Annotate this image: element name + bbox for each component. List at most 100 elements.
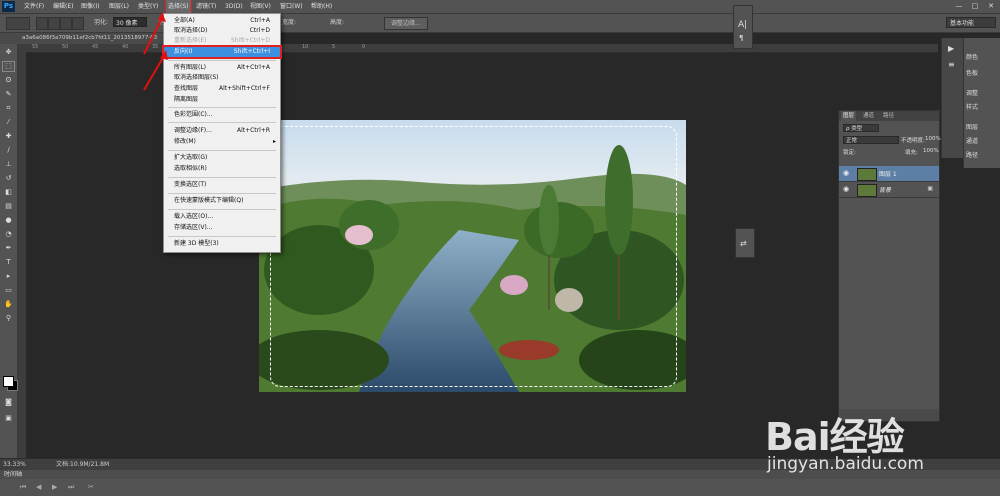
stamp-tool-icon[interactable]: ⊥ (3, 160, 14, 169)
prev-frame-icon[interactable]: ◀ (36, 483, 41, 491)
menu-item-new-3d-extrusion[interactable]: 新建 3D 模型(3) (164, 239, 280, 249)
maximize-button[interactable]: □ (968, 0, 982, 13)
layer-kind-filter[interactable]: ρ 类型 (843, 124, 879, 132)
panel-swatches[interactable]: 色板 (966, 68, 978, 77)
panel-layers[interactable]: 图层 (966, 122, 978, 131)
menu-3d[interactable]: 3D(D) (225, 0, 243, 13)
menu-item-color-range[interactable]: 色彩范围(C)... (164, 110, 280, 120)
menu-item-similar[interactable]: 选取相似(R) (164, 164, 280, 174)
visibility-eye-icon[interactable]: ◉ (843, 169, 849, 177)
menu-item-isolate-layers[interactable]: 隔离图层 (164, 95, 280, 105)
workspace-select[interactable]: 基本功能 (946, 17, 996, 28)
panel-adjustments[interactable]: 调整 (966, 88, 978, 97)
tool-presets-icon[interactable]: ⇄ (740, 239, 747, 248)
opacity-label: 不透明度: (901, 138, 925, 144)
healing-brush-icon[interactable]: ✚ (3, 132, 14, 141)
opacity-value[interactable]: 100% (925, 136, 941, 142)
add-selection-icon[interactable] (48, 17, 60, 30)
ruler-vertical (18, 52, 26, 458)
brush-tool-icon[interactable]: ∕ (3, 146, 14, 155)
menu-filter[interactable]: 滤镜(T) (196, 0, 216, 13)
gradient-tool-icon[interactable]: ▤ (3, 202, 14, 211)
menu-item-modify[interactable]: 修改(M) ▸ (164, 137, 280, 147)
ruler-number: 55 (32, 44, 39, 50)
path-select-tool-icon[interactable]: ▸ (3, 272, 14, 281)
foreground-color-swatch[interactable] (3, 376, 14, 387)
zoom-tool-icon[interactable]: ⚲ (3, 314, 14, 323)
menu-separator (168, 150, 276, 151)
history-brush-icon[interactable]: ↺ (3, 174, 14, 183)
character-icon[interactable]: A| (738, 20, 747, 30)
screen-mode-icon[interactable]: ▣ (3, 414, 14, 423)
menu-separator (168, 107, 276, 108)
menu-item-refine-edge[interactable]: 调整边缘(F)... Alt+Ctrl+R (164, 126, 280, 136)
menu-item-load-selection[interactable]: 载入选区(O)... (164, 212, 280, 222)
canvas-image[interactable] (259, 120, 686, 392)
tab-paths[interactable]: 路径 (881, 111, 896, 121)
annotation-arrows (143, 12, 168, 91)
layer-row[interactable]: ◉ 背景 ▣ (839, 182, 939, 198)
menu-item-transform-selection[interactable]: 变换选区(T) (164, 180, 280, 190)
menu-item-quick-mask[interactable]: 在快速蒙版模式下编辑(Q) (164, 196, 280, 206)
blend-mode-select[interactable]: 正常 (843, 136, 899, 144)
layer-thumbnail (857, 184, 877, 197)
tab-layers[interactable]: 图层 (841, 111, 857, 121)
fill-value[interactable]: 100% (923, 148, 939, 154)
menu-item-save-selection[interactable]: 存储选区(V)... (164, 223, 280, 233)
photoshop-logo: Ps (2, 1, 15, 12)
menu-help[interactable]: 帮助(H) (311, 0, 332, 13)
minimize-button[interactable]: — (952, 0, 966, 13)
layer-name: 图层 1 (879, 171, 897, 178)
baidu-watermark: Bai经验 jingyan.baidu.com (765, 392, 995, 492)
paragraph-icon[interactable]: ¶ (739, 34, 743, 42)
menu-view[interactable]: 视图(V) (250, 0, 271, 13)
eraser-tool-icon[interactable]: ◧ (3, 188, 14, 197)
intersect-selection-icon[interactable] (72, 17, 84, 30)
hand-tool-icon[interactable]: ✋ (3, 300, 14, 309)
properties-icon[interactable]: ≡ (948, 60, 955, 69)
next-frame-icon[interactable]: ⏭ (68, 483, 74, 492)
new-selection-icon[interactable] (36, 17, 48, 30)
panel-styles[interactable]: 样式 (966, 102, 978, 111)
quick-select-tool-icon[interactable]: ✎ (3, 90, 14, 99)
panel-paths[interactable]: 路径 (966, 150, 978, 159)
history-icon[interactable]: ▶ (948, 44, 954, 53)
submenu-arrow-icon: ▸ (272, 138, 276, 145)
height-label: 高度: (330, 19, 345, 26)
refine-edge-button[interactable]: 调整边缘... (384, 17, 428, 30)
visibility-eye-icon[interactable]: ◉ (843, 185, 849, 193)
panel-channels[interactable]: 通道 (966, 136, 978, 145)
cut-icon[interactable]: ✂ (88, 483, 94, 491)
layers-panel: 图层 通道 路径 ρ 类型 正常 不透明度: 100% 锁定: 填充: 100%… (838, 110, 941, 422)
panel-icon-strip: ▶ ≡ (941, 38, 964, 158)
menu-window[interactable]: 窗口(W) (280, 0, 303, 13)
blur-tool-icon[interactable]: ● (3, 216, 14, 225)
quick-mask-icon[interactable]: ◙ (3, 398, 14, 407)
layer-name: 背景 (879, 187, 892, 194)
type-tool-icon[interactable]: T (3, 258, 14, 267)
close-button[interactable]: ✕ (984, 0, 998, 13)
menu-edit[interactable]: 编辑(E) (53, 0, 73, 13)
ruler-number: 50 (62, 44, 69, 50)
ruler-number: 10 (302, 44, 309, 50)
tool-preset-picker[interactable] (6, 17, 30, 30)
shape-tool-icon[interactable]: ▭ (3, 286, 14, 295)
lasso-tool-icon[interactable]: ʘ (3, 76, 14, 85)
dodge-tool-icon[interactable]: ◔ (3, 230, 14, 239)
layer-row[interactable]: ◉ 图层 1 (839, 166, 939, 182)
watermark-url: jingyan.baidu.com (767, 454, 924, 474)
crop-tool-icon[interactable]: ⌗ (3, 104, 14, 113)
tab-channels[interactable]: 通道 (861, 111, 876, 121)
menu-item-grow[interactable]: 扩大选取(G) (164, 153, 280, 163)
first-frame-icon[interactable]: ⏮ (20, 483, 26, 492)
menu-file[interactable]: 文件(F) (24, 0, 44, 13)
menu-image[interactable]: 图像(I) (81, 0, 99, 13)
subtract-selection-icon[interactable] (60, 17, 72, 30)
pen-tool-icon[interactable]: ✒ (3, 244, 14, 253)
menu-layer[interactable]: 图层(L) (109, 0, 129, 13)
panel-color[interactable]: 颜色 (966, 52, 978, 61)
move-tool-icon[interactable]: ✥ (3, 48, 14, 57)
play-icon[interactable]: ▶ (52, 483, 57, 491)
marquee-tool-icon[interactable]: ⬚ (2, 61, 15, 72)
eyedropper-tool-icon[interactable]: ⁄ (3, 118, 14, 127)
